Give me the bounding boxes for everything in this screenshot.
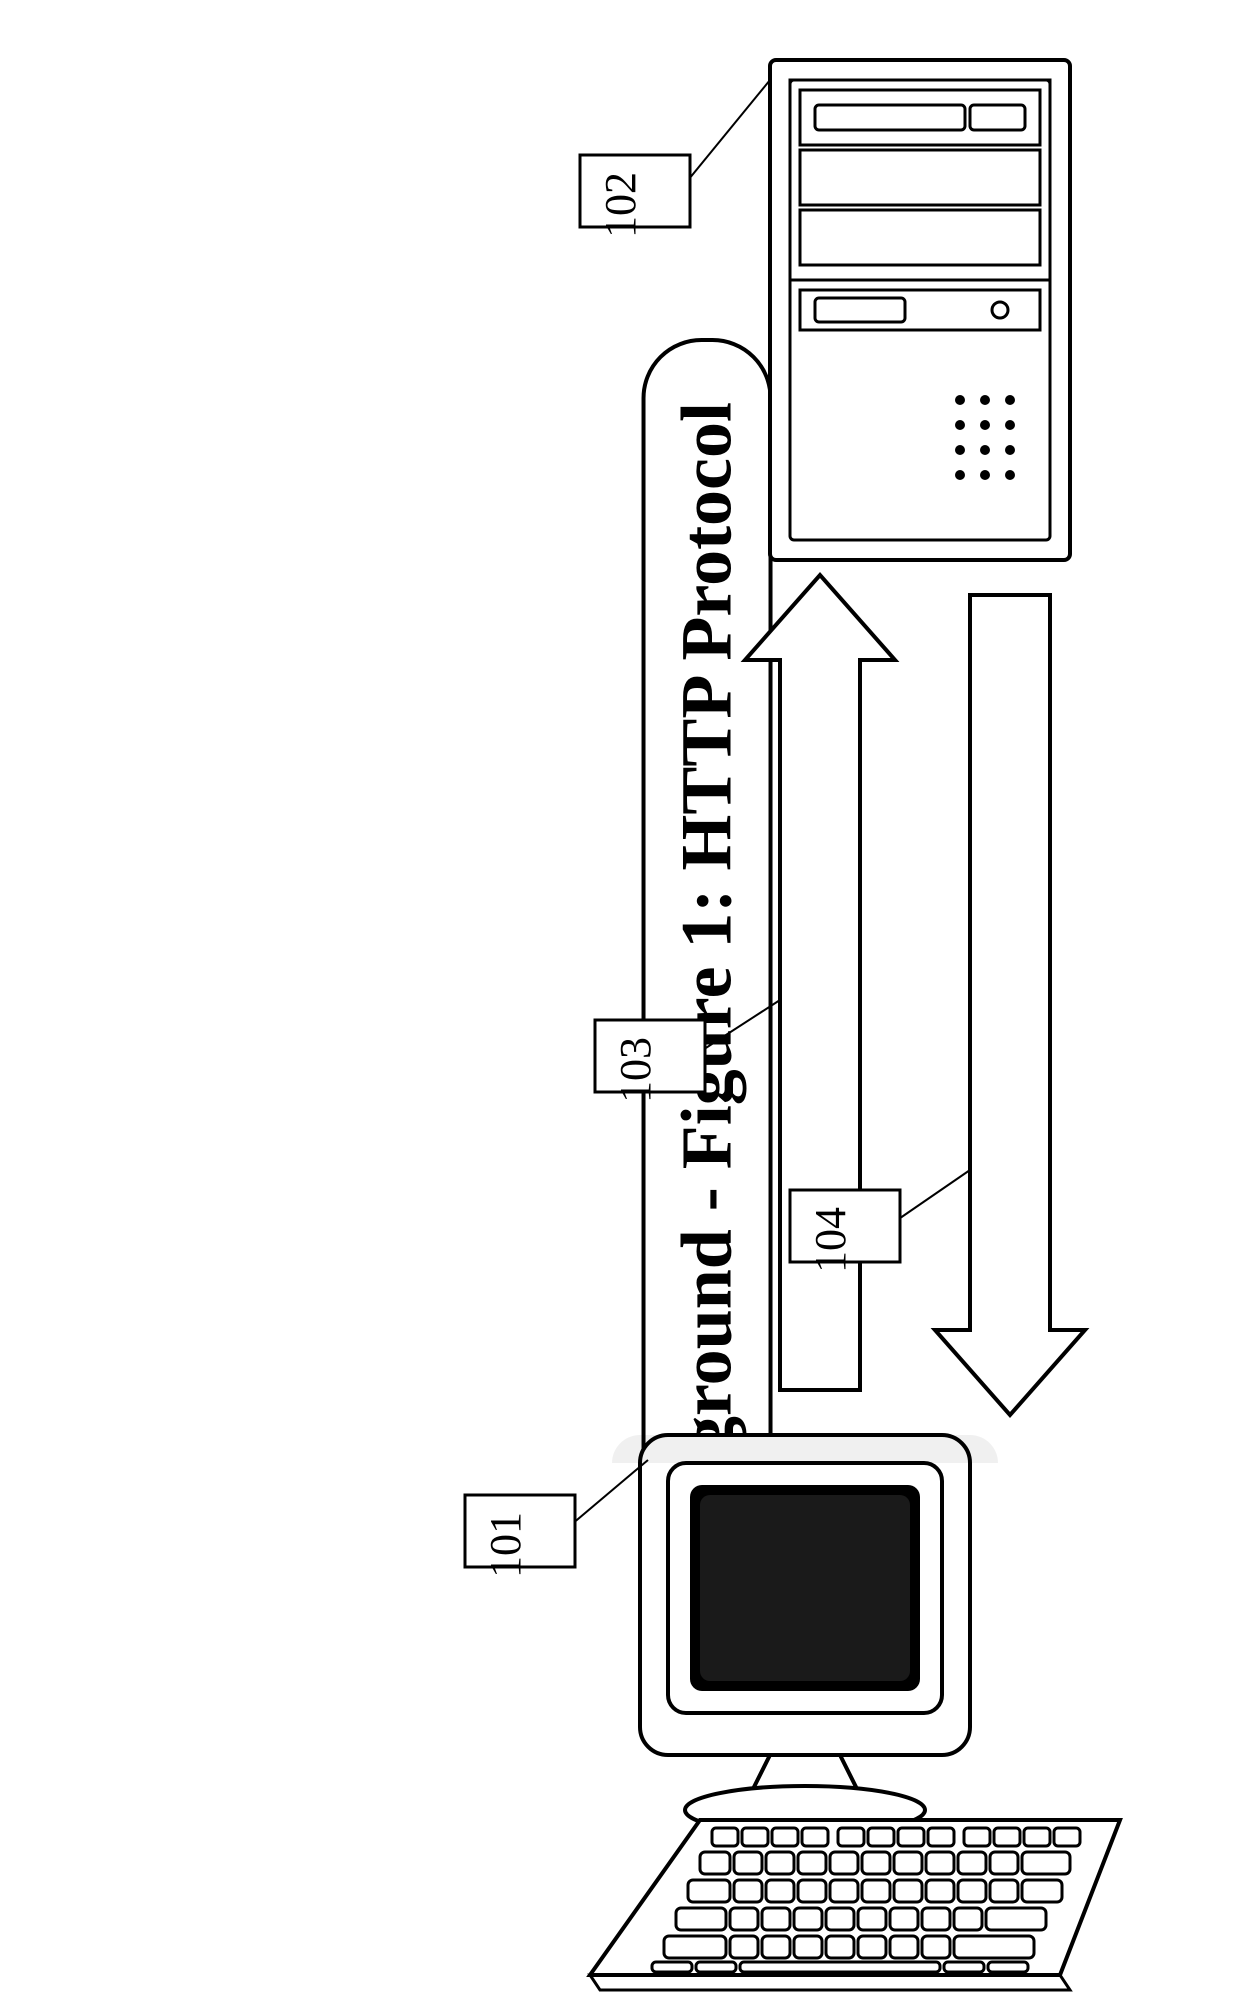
- ref-101-label: 101: [481, 1512, 530, 1578]
- ref-104-label: 104: [806, 1207, 855, 1273]
- ref-102: 102: [580, 80, 770, 238]
- client-computer: [590, 1435, 1120, 1990]
- ref-102-label: 102: [596, 172, 645, 238]
- monitor-icon: [612, 1435, 998, 1834]
- ref-103-label: 103: [611, 1037, 660, 1103]
- diagram-canvas: 102 103 104: [0, 0, 1249, 2014]
- ref-103: 103: [595, 1000, 780, 1103]
- keyboard-icon: [590, 1820, 1120, 1990]
- http-response-arrow: [935, 595, 1085, 1415]
- ref-101: 101: [465, 1460, 648, 1578]
- page: Background - Figure 1: HTTP Protocol: [0, 0, 1249, 2014]
- server-tower: [770, 60, 1070, 560]
